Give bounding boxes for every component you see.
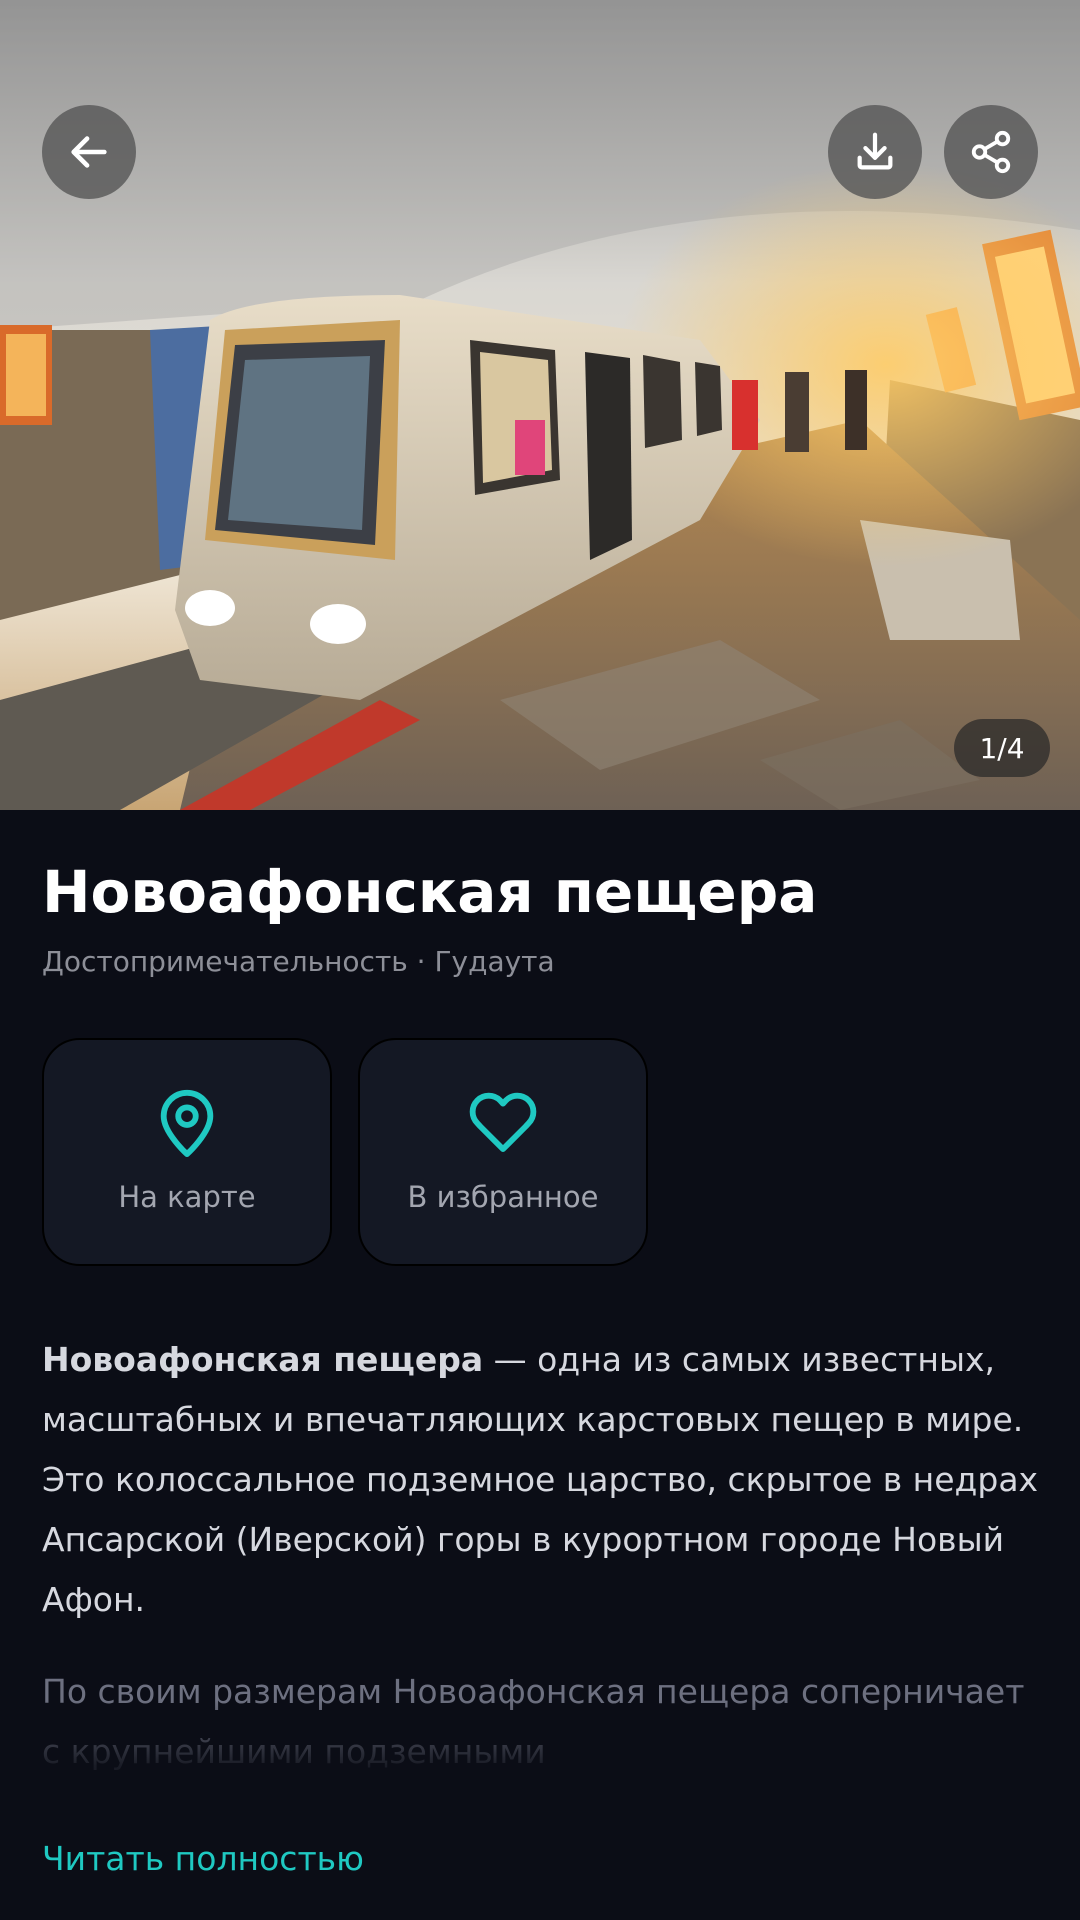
back-button[interactable] [42, 105, 136, 199]
heart-icon [468, 1084, 538, 1160]
description-lead: Новоафонская пещера [42, 1340, 484, 1379]
on-map-label: На карте [118, 1180, 256, 1214]
favorites-label: В избранное [407, 1180, 599, 1214]
photo-counter: 1/4 [954, 719, 1050, 777]
map-pin-icon [152, 1084, 222, 1160]
cave-train-photo [0, 0, 1080, 810]
description-paragraph: Новоафонская пещера — одна из самых изве… [42, 1330, 1052, 1630]
text-fade-overlay [0, 1700, 1080, 1820]
photo-gallery[interactable]: 1/4 [0, 0, 1080, 810]
share-icon [971, 130, 1011, 174]
read-more-link[interactable]: Читать полностью [42, 1834, 364, 1884]
page-title: Новоафонская пещера [42, 858, 818, 926]
download-button[interactable] [828, 105, 922, 199]
download-icon [857, 132, 893, 170]
description-text: — одна из самых известных, масштабных и … [42, 1340, 1039, 1619]
add-to-favorites-button[interactable]: В избранное [358, 1038, 648, 1266]
arrow-left-icon [71, 136, 107, 168]
on-map-button[interactable]: На карте [42, 1038, 332, 1266]
place-category: Достопримечательность · Гудаута [42, 945, 555, 978]
share-button[interactable] [944, 105, 1038, 199]
